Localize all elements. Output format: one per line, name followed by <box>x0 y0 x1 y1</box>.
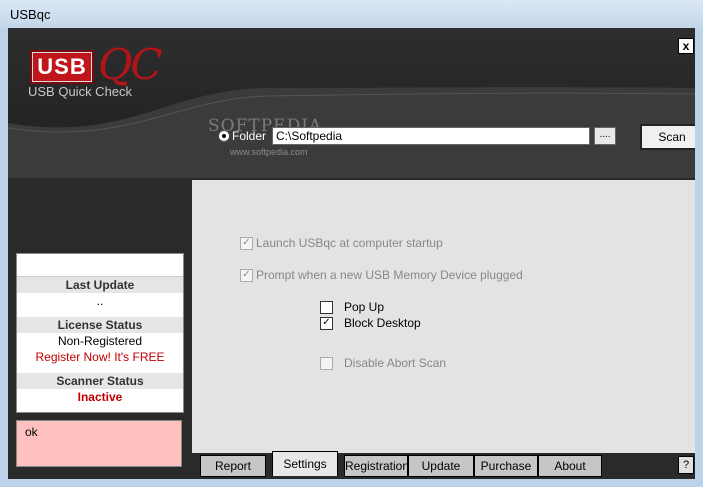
prompt-usb-checkbox[interactable]: ✓ <box>240 269 253 282</box>
prompt-usb-label: Prompt when a new USB Memory Device plug… <box>256 268 523 282</box>
scanner-status-value: Inactive <box>77 390 123 404</box>
browse-button[interactable]: .... <box>594 127 616 145</box>
status-panel-header <box>17 254 183 277</box>
tab-about[interactable]: About <box>538 455 602 477</box>
settings-panel: ✓ Launch USBqc at computer startup ✓ Pro… <box>192 180 695 453</box>
close-button[interactable]: x <box>678 38 694 54</box>
window-title: USBqc <box>10 7 51 22</box>
logo-qc-mark: QC <box>98 40 163 89</box>
scanner-status-label: Scanner Status <box>17 373 183 389</box>
disable-abort-label: Disable Abort Scan <box>344 356 447 370</box>
last-update-label: Last Update <box>17 277 183 293</box>
app-window: USB QC USB Quick Check x SOFTPEDIA www.s… <box>8 28 695 479</box>
status-panel: Last Update .. License Status Non-Regist… <box>16 253 184 413</box>
folder-label: Folder <box>232 129 267 143</box>
register-now-link[interactable]: Register Now! It's FREE <box>17 349 183 365</box>
folder-path-input[interactable] <box>272 127 590 145</box>
tab-purchase[interactable]: Purchase <box>474 455 538 477</box>
tab-update[interactable]: Update <box>408 455 474 477</box>
last-update-value: .. <box>96 294 104 308</box>
log-box: ok <box>16 420 182 467</box>
help-button[interactable]: ? <box>678 456 694 474</box>
disable-abort-checkbox[interactable] <box>320 357 333 370</box>
block-desktop-checkbox[interactable]: ✓ <box>320 317 333 330</box>
logo-usb-badge: USB <box>30 50 94 84</box>
license-status-value: Non-Registered <box>57 334 143 348</box>
softpedia-url-watermark: www.softpedia.com <box>230 147 308 157</box>
launch-startup-checkbox[interactable]: ✓ <box>240 237 253 250</box>
block-desktop-label: Block Desktop <box>344 316 421 330</box>
tab-settings[interactable]: Settings <box>272 451 338 476</box>
tab-registration[interactable]: Registration <box>344 455 409 477</box>
title-bar: USBqc <box>0 0 703 28</box>
tab-bar: Report Settings Registration Update Purc… <box>192 451 695 479</box>
scan-button[interactable]: Scan <box>640 124 695 150</box>
pop-up-label: Pop Up <box>344 300 385 314</box>
pop-up-checkbox[interactable] <box>320 301 333 314</box>
app-subtitle: USB Quick Check <box>28 84 133 99</box>
tab-report[interactable]: Report <box>200 455 266 477</box>
license-status-label: License Status <box>17 317 183 333</box>
launch-startup-label: Launch USBqc at computer startup <box>256 236 443 250</box>
folder-radio[interactable] <box>218 130 230 142</box>
